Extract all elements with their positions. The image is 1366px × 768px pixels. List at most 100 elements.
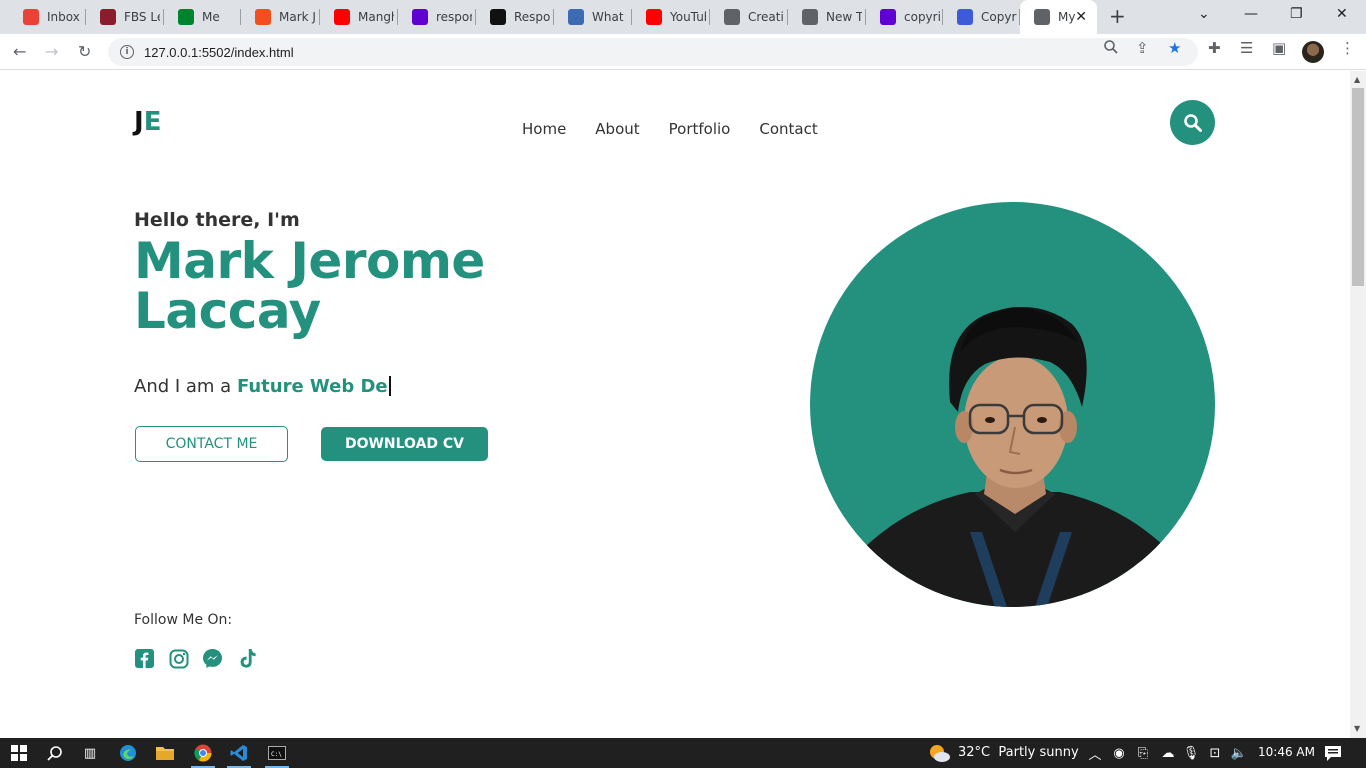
google-meet-icon [178, 9, 194, 25]
browser-tab[interactable]: respon [398, 0, 476, 34]
windows-start-icon[interactable] [9, 743, 29, 763]
site-logo[interactable]: JE [134, 107, 161, 137]
tab-title: Me [202, 10, 220, 24]
menu-kebab-icon[interactable]: ⋮ [1340, 39, 1355, 57]
scroll-down-arrow-icon[interactable]: ▼ [1354, 724, 1360, 733]
weather-temp: 32°C [958, 745, 991, 760]
fbs-icon [100, 9, 116, 25]
download-cv-button[interactable]: DOWNLOAD CV [321, 427, 488, 461]
zoom-icon[interactable] [1103, 39, 1119, 59]
browser-tab[interactable]: Me [164, 0, 241, 34]
browser-tab[interactable]: What Is [554, 0, 632, 34]
media-controls-icon[interactable]: ☰ [1240, 39, 1253, 57]
microphone-icon[interactable]: 🎙 [1183, 743, 1200, 763]
globe-icon [724, 9, 740, 25]
browser-tab-strip: Inbox ( FBS Le Me Mark Je Mangh respon Respon W… [0, 0, 1366, 34]
chevron-up-icon[interactable]: ︿ [1087, 743, 1103, 763]
tab-title: Copyrig [981, 10, 1017, 24]
scroll-up-arrow-icon[interactable]: ▲ [1354, 75, 1360, 84]
forward-icon[interactable]: → [45, 42, 58, 61]
taskbar-clock[interactable]: 10:46 AM [1258, 745, 1315, 759]
portrait-illustration [850, 307, 1180, 607]
globe-icon [802, 9, 818, 25]
browser-tab[interactable]: Respon [476, 0, 554, 34]
scrollbar-thumb[interactable] [1352, 88, 1364, 286]
meet-now-icon[interactable]: ⎘ [1134, 743, 1152, 763]
tab-title: Mark Je [279, 10, 315, 24]
weather-desc: Partly sunny [998, 745, 1079, 760]
yahoo-icon [880, 9, 896, 25]
address-bar[interactable]: i 127.0.0.1:5502/index.html [108, 38, 1198, 66]
browser-tab[interactable]: FBS Le [86, 0, 164, 34]
follow-label: Follow Me On: [134, 612, 233, 628]
browser-tab[interactable]: copyrig [866, 0, 943, 34]
s-icon [957, 9, 973, 25]
browser-tab[interactable]: Inbox ( [9, 0, 86, 34]
tab-title: My [1058, 10, 1076, 24]
close-window-button[interactable]: ✕ [1336, 6, 1348, 22]
chrome-taskbar-icon[interactable] [193, 743, 213, 763]
vscode-icon[interactable] [229, 743, 249, 763]
greeting: Hello there, I'm [134, 209, 300, 231]
side-panel-icon[interactable]: ▣ [1272, 39, 1286, 57]
edge-icon[interactable] [118, 743, 138, 763]
globe-icon [1034, 9, 1050, 25]
onedrive-cloud-icon[interactable]: ☁ [1158, 743, 1178, 763]
hero-name-line2: Laccay [134, 282, 321, 340]
notifications-icon[interactable] [1323, 743, 1343, 763]
network-icon[interactable]: ⊡ [1206, 743, 1224, 763]
task-view-icon[interactable]: ▥ [80, 743, 100, 763]
terminal-icon[interactable]: C:\ [267, 743, 287, 763]
main-nav: Home About Portfolio Contact [522, 120, 818, 138]
instagram-icon[interactable] [168, 648, 189, 669]
tab-title: FBS Le [124, 10, 160, 24]
search-taskbar-icon[interactable] [45, 743, 65, 763]
share-icon[interactable]: ⇪ [1136, 39, 1149, 57]
volume-icon[interactable]: 🔈 [1230, 743, 1248, 763]
bookmark-star-icon[interactable]: ★ [1168, 39, 1181, 57]
typing-cursor [388, 376, 391, 396]
youtube-icon [334, 9, 350, 25]
logo-letter-e: E [143, 107, 162, 137]
new-tab-button[interactable]: + [1109, 5, 1126, 27]
browser-tab[interactable]: YouTub [632, 0, 710, 34]
nav-about[interactable]: About [595, 120, 639, 138]
extensions-icon[interactable]: ✚ [1208, 39, 1221, 57]
windows-taskbar: ▥ C:\ 32°C Partly sunny ︿ ◉ ⎘ ☁ 🎙 ⊡ 🔈 10… [0, 738, 1366, 768]
tab-title: respon [436, 10, 472, 24]
tab-title: Mangh [358, 10, 394, 24]
back-icon[interactable]: ← [13, 42, 26, 61]
browser-tab[interactable]: My ✕ [1020, 0, 1097, 34]
profile-avatar[interactable] [1302, 41, 1324, 63]
contact-me-button[interactable]: CONTACT ME [135, 426, 288, 462]
nav-portfolio[interactable]: Portfolio [669, 120, 731, 138]
close-tab-icon[interactable]: ✕ [1075, 9, 1087, 25]
search-button[interactable] [1170, 100, 1215, 145]
file-explorer-icon[interactable] [155, 743, 175, 763]
nav-contact[interactable]: Contact [759, 120, 817, 138]
search-icon [1183, 113, 1202, 132]
tiktok-icon[interactable] [236, 648, 257, 669]
reload-icon[interactable]: ↻ [78, 42, 91, 61]
browser-tab[interactable]: New Ta [788, 0, 866, 34]
browser-tab[interactable]: Copyrig [943, 0, 1020, 34]
weather-icon[interactable] [928, 743, 950, 763]
social-links [134, 648, 257, 669]
site-info-icon[interactable]: i [120, 45, 134, 59]
restore-button[interactable]: ❐ [1290, 6, 1303, 22]
browser-tab[interactable]: Creativ [710, 0, 788, 34]
tab-title: New Ta [826, 10, 862, 24]
youtube-icon [646, 9, 662, 25]
gmail-icon [23, 9, 39, 25]
tab-search-chevron-icon[interactable]: ⌄ [1198, 6, 1210, 22]
hero-name: Mark Jerome Laccay [134, 236, 534, 336]
facebook-icon[interactable] [134, 648, 155, 669]
role-prefix: And I am a [134, 376, 237, 397]
record-icon[interactable]: ◉ [1110, 743, 1128, 763]
messenger-icon[interactable] [202, 648, 223, 669]
browser-tab[interactable]: Mangh [320, 0, 398, 34]
browser-tab[interactable]: Mark Je [241, 0, 320, 34]
minimize-button[interactable]: — [1244, 6, 1258, 22]
weather-widget[interactable]: 32°C Partly sunny [958, 745, 1079, 760]
nav-home[interactable]: Home [522, 120, 566, 138]
